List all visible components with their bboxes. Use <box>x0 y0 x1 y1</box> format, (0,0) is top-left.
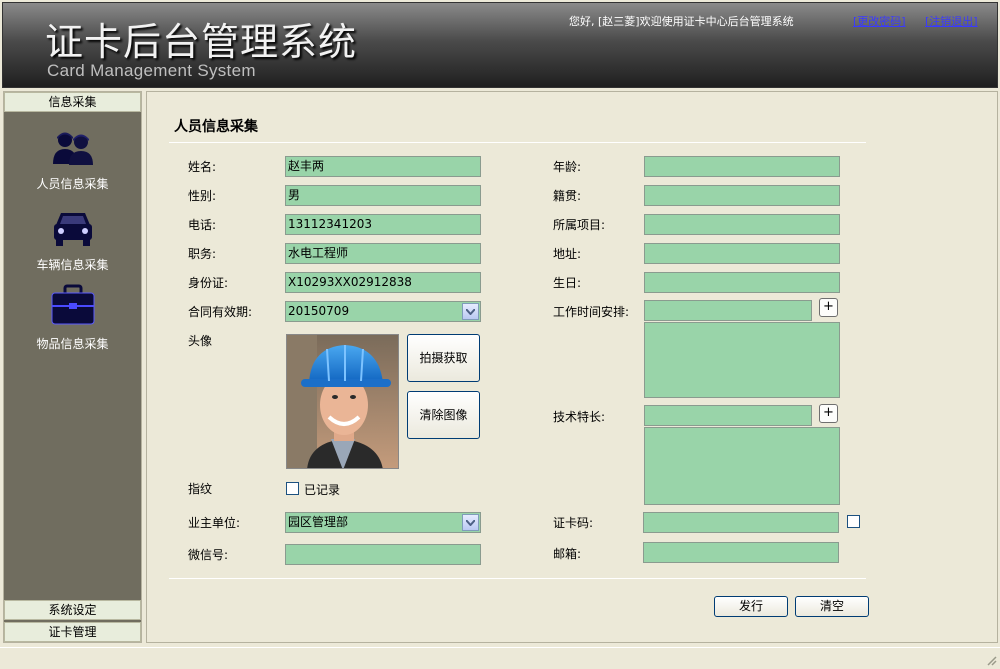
clear-button[interactable]: 清空 <box>795 596 869 617</box>
fingerprint-label: 指纹 <box>188 482 213 496</box>
app-title: 证卡后台管理系统 <box>45 20 358 64</box>
clear-image-button[interactable]: 清除图像 <box>407 391 480 439</box>
sidebar-item-label: 物品信息采集 <box>36 337 109 351</box>
resize-grip-icon[interactable] <box>985 654 997 666</box>
owner-unit-select[interactable]: 园区管理部 <box>285 512 481 533</box>
address-label: 地址: <box>553 247 582 261</box>
chevron-down-icon[interactable] <box>462 303 479 320</box>
title-divider <box>169 142 866 143</box>
skills-textarea[interactable] <box>644 427 840 505</box>
birthday-label: 生日: <box>553 276 582 290</box>
sidebar-item-person-info[interactable]: 人员信息采集 <box>4 130 141 192</box>
email-field[interactable] <box>643 542 839 563</box>
fingerprint-checkbox-label: 已记录 <box>304 483 341 497</box>
project-label: 所属项目: <box>553 218 606 232</box>
id-number-field[interactable]: X10293XX02912838 <box>285 272 481 293</box>
phone-field[interactable]: 13112341203 <box>285 214 481 235</box>
fingerprint-checkbox[interactable] <box>286 482 299 495</box>
sidebar-item-label: 车辆信息采集 <box>36 258 109 272</box>
wechat-field[interactable] <box>285 544 481 565</box>
sidebar-item-goods-info[interactable]: 物品信息采集 <box>4 284 141 352</box>
contract-label: 合同有效期: <box>188 305 253 319</box>
address-field[interactable] <box>644 243 840 264</box>
owner-unit-value: 园区管理部 <box>288 515 349 529</box>
name-label: 姓名: <box>188 160 217 174</box>
age-label: 年龄: <box>553 160 582 174</box>
schedule-textarea[interactable] <box>644 322 840 398</box>
owner-unit-label: 业主单位: <box>188 516 241 530</box>
name-field[interactable]: 赵丰两 <box>285 156 481 177</box>
gender-field[interactable]: 男 <box>285 185 481 206</box>
contract-date-value: 20150709 <box>288 304 350 318</box>
wechat-label: 微信号: <box>188 548 229 562</box>
welcome-text: 您好, [赵三菱]欢迎使用证卡中心后台管理系统 <box>569 15 794 28</box>
skills-label: 技术特长: <box>553 410 606 424</box>
phone-label: 电话: <box>188 218 217 232</box>
origin-label: 籍贯: <box>553 189 582 203</box>
main-panel: 人员信息采集 姓名: 赵丰两 性别: 男 电话: 13112341203 职务:… <box>146 91 998 643</box>
logout-link[interactable]: [注销退出] <box>925 13 978 29</box>
add-schedule-button[interactable]: + <box>819 298 838 317</box>
sidebar: 信息采集 人员信息采集 车辆信息采集 物品信息采集 系统设定 证卡管理 <box>3 91 142 643</box>
age-field[interactable] <box>644 156 840 177</box>
project-field[interactable] <box>644 214 840 235</box>
add-skill-button[interactable]: + <box>819 404 838 423</box>
card-code-field[interactable] <box>643 512 839 533</box>
card-code-label: 证卡码: <box>553 516 594 530</box>
car-icon <box>4 209 141 250</box>
skills-input[interactable] <box>644 405 812 426</box>
job-label: 职务: <box>188 247 217 261</box>
app-header: 证卡后台管理系统 Card Management System 您好, [赵三菱… <box>2 2 998 88</box>
issue-button[interactable]: 发行 <box>714 596 788 617</box>
capture-photo-button[interactable]: 拍摄获取 <box>407 334 480 382</box>
id-number-label: 身份证: <box>188 276 229 290</box>
card-code-checkbox[interactable] <box>847 515 860 528</box>
briefcase-icon <box>4 284 141 329</box>
avatar-photo <box>286 334 399 469</box>
sidebar-item-label: 人员信息采集 <box>36 177 109 191</box>
chevron-down-icon[interactable] <box>462 514 479 531</box>
origin-field[interactable] <box>644 185 840 206</box>
sidebar-section-card-management[interactable]: 证卡管理 <box>4 622 141 642</box>
schedule-input[interactable] <box>644 300 812 321</box>
sidebar-section-info-collection[interactable]: 信息采集 <box>4 92 141 112</box>
sidebar-item-vehicle-info[interactable]: 车辆信息采集 <box>4 209 141 273</box>
status-bar <box>0 647 1000 669</box>
page-title: 人员信息采集 <box>174 119 258 135</box>
people-icon <box>4 130 141 169</box>
schedule-label: 工作时间安排: <box>553 305 630 319</box>
contract-date-select[interactable]: 20150709 <box>285 301 481 322</box>
email-label: 邮箱: <box>553 547 582 561</box>
gender-label: 性别: <box>188 189 217 203</box>
avatar-label: 头像 <box>188 334 213 348</box>
job-field[interactable]: 水电工程师 <box>285 243 481 264</box>
footer-divider <box>169 578 866 579</box>
app-subtitle: Card Management System <box>47 61 256 80</box>
birthday-field[interactable] <box>644 272 840 293</box>
sidebar-section-system-settings[interactable]: 系统设定 <box>4 600 141 620</box>
change-password-link[interactable]: [更改密码] <box>853 13 906 29</box>
